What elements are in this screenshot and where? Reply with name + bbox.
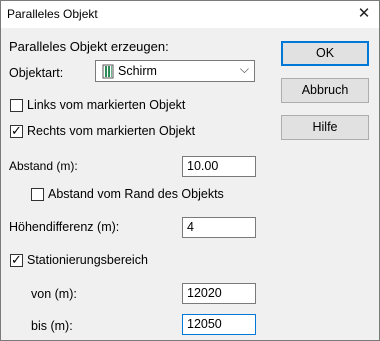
check-icon: ✓ (11, 252, 22, 267)
objektart-value: Schirm (118, 64, 157, 78)
title-bar: Paralleles Objekt ✕ (1, 1, 379, 28)
hoehe-input[interactable]: 4 (182, 217, 256, 238)
station-label: Stationierungsbereich (27, 253, 148, 267)
objektart-select[interactable]: Schirm ⌵ (95, 60, 255, 82)
objektart-label: Objektart: (9, 66, 64, 80)
links-label: Links vom markierten Objekt (27, 98, 186, 112)
rand-checkbox[interactable] (31, 188, 44, 201)
rechts-checkbox[interactable]: ✓ (10, 123, 23, 138)
links-checkbox[interactable] (10, 99, 23, 112)
dialog-window: Paralleles Objekt ✕ Paralleles Objekt er… (0, 0, 380, 341)
close-icon[interactable]: ✕ (355, 5, 373, 23)
abbruch-button[interactable]: Abbruch (281, 78, 369, 103)
von-label: von (m): (31, 287, 77, 301)
chevron-down-icon: ⌵ (239, 62, 249, 76)
station-checkbox[interactable]: ✓ (10, 252, 23, 267)
abstand-label: Abstand (m): (9, 159, 78, 173)
schirm-icon (102, 64, 114, 79)
check-icon: ✓ (11, 123, 22, 138)
hilfe-button[interactable]: Hilfe (281, 115, 369, 140)
rechts-label: Rechts vom markierten Objekt (27, 124, 196, 138)
von-input[interactable]: 12020 (182, 283, 256, 304)
header-label: Paralleles Objekt erzeugen: (9, 39, 169, 54)
hoehe-label: Höhendifferenz (m): (9, 220, 120, 234)
ok-button[interactable]: OK (281, 41, 369, 66)
bis-label: bis (m): (31, 319, 73, 333)
rand-label: Abstand vom Rand des Objekts (48, 187, 224, 201)
bis-input[interactable]: 12050 (182, 314, 256, 335)
abstand-input[interactable]: 10.00 (182, 156, 256, 177)
window-title: Paralleles Objekt (7, 7, 98, 21)
